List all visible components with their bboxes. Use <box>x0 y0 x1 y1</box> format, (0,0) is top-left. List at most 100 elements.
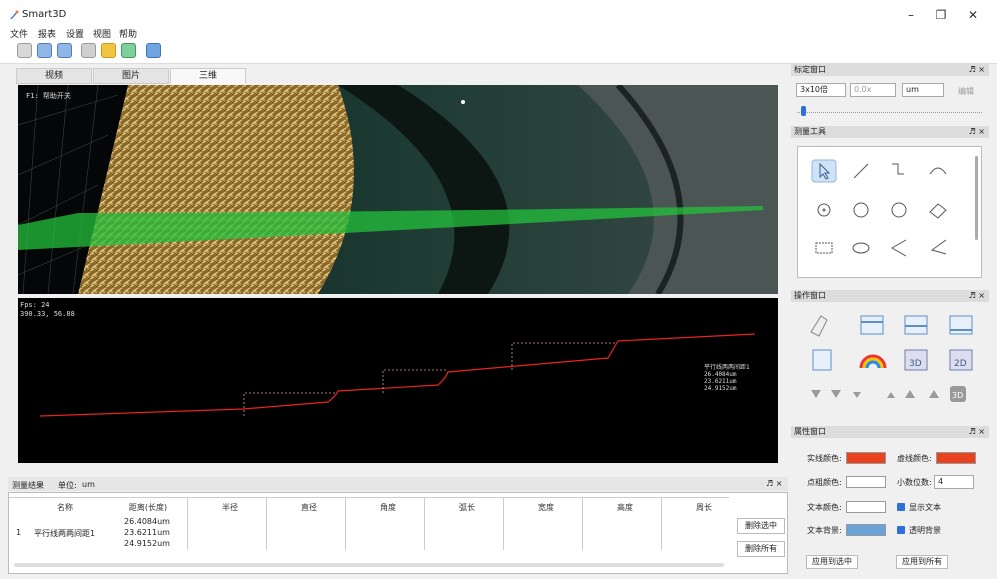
col-divider <box>345 498 346 550</box>
results-title: 测量结果 <box>12 481 44 490</box>
text-color-label: 文本颜色: <box>807 503 842 512</box>
window-title: Smart3D <box>22 9 67 20</box>
point-color-label: 点粗颜色: <box>807 478 842 487</box>
open-file-icon[interactable] <box>17 43 32 58</box>
zoom-value-select[interactable]: 0.0x <box>850 83 896 97</box>
fps-readout: Fps: 24 <box>20 301 50 309</box>
surface-render <box>18 85 778 294</box>
annotation-title: 平行线两两间距1 <box>704 364 750 371</box>
panel-controls[interactable]: ♬ × <box>969 64 985 76</box>
calibration-header: 标定窗口 ♬ × <box>791 64 989 76</box>
properties-header: 属性窗口 ♬ × <box>791 426 989 438</box>
view-3d-icon[interactable] <box>81 43 96 58</box>
col-divider <box>266 498 267 550</box>
operation-icons: 3D 2D 3D <box>810 315 973 402</box>
results-scrollbar[interactable] <box>14 563 724 567</box>
row-distance: 26.4084um <box>124 517 170 526</box>
results-header <box>8 477 788 491</box>
panel-controls[interactable]: ♬ × <box>969 426 985 438</box>
col-perimeter[interactable]: 周长 <box>689 502 719 513</box>
unit-select[interactable]: um <box>902 83 944 97</box>
col-width[interactable]: 宽度 <box>531 502 561 513</box>
col-divider <box>424 498 425 550</box>
app-logo-icon <box>10 10 19 19</box>
menu-report[interactable]: 报表 <box>38 27 56 40</box>
col-angle[interactable]: 角度 <box>373 502 403 513</box>
settings-icon[interactable] <box>101 43 116 58</box>
measure-tools-header: 测量工具 ♬ × <box>791 126 989 138</box>
row-name[interactable]: 平行线两两间距1 <box>34 528 95 539</box>
col-distance[interactable]: 距离(长度) <box>118 502 178 513</box>
show-text-checkbox[interactable] <box>897 503 905 511</box>
magnification-select[interactable]: 3x10倍 <box>796 83 846 97</box>
menu-settings[interactable]: 设置 <box>66 27 84 40</box>
calibration-slider-track[interactable] <box>797 112 982 113</box>
title-bar <box>0 0 997 26</box>
menu-file[interactable]: 文件 <box>10 27 28 40</box>
annotation-value: 24.9152um <box>704 385 737 392</box>
btn-3d-view-label: 3D <box>952 391 963 400</box>
menu-view[interactable]: 视图 <box>93 27 111 40</box>
open-image-icon[interactable] <box>37 43 52 58</box>
profile-view-canvas[interactable]: Fps: 24 390.33, 56.88 平行线两两间距1 26.4084um… <box>18 298 778 463</box>
tab-3d[interactable]: 三维 <box>170 68 246 84</box>
properties-title: 属性窗口 <box>794 427 826 436</box>
panel-controls[interactable]: ♬ × <box>969 290 985 302</box>
solid-color-swatch[interactable] <box>846 452 886 464</box>
capture-icon[interactable] <box>121 43 136 58</box>
show-text-label: 显示文本 <box>909 503 941 512</box>
minimize-button[interactable]: – <box>898 6 924 24</box>
col-arc[interactable]: 弧长 <box>452 502 482 513</box>
text-bg-label: 文本背景: <box>807 526 842 535</box>
transparent-bg-label: 透明背景 <box>909 526 941 535</box>
profile-plot <box>39 333 756 417</box>
transparent-bg-checkbox[interactable] <box>897 526 905 534</box>
point-color-swatch[interactable] <box>846 476 886 488</box>
decimals-label: 小数位数: <box>897 478 932 487</box>
annotation-value: 26.4084um <box>704 371 737 378</box>
col-height[interactable]: 高度 <box>610 502 640 513</box>
apply-all-button[interactable]: 应用到所有 <box>896 555 948 569</box>
table-header-line <box>9 497 729 498</box>
panel-controls[interactable]: ♬ × <box>969 126 985 138</box>
col-name[interactable]: 名称 <box>50 502 80 513</box>
col-divider <box>661 498 662 550</box>
restore-button[interactable]: ❐ <box>928 6 954 24</box>
delete-selected-button[interactable]: 删除选中 <box>737 518 785 534</box>
panel-controls[interactable]: ♬ × <box>766 479 782 488</box>
close-button[interactable]: ✕ <box>960 6 986 24</box>
operation-header: 操作窗口 ♬ × <box>791 290 989 302</box>
calibration-slider-knob[interactable] <box>800 106 806 116</box>
solid-color-label: 实线颜色: <box>807 454 842 463</box>
measure-tools-title: 测量工具 <box>794 127 826 136</box>
annotation-value: 23.6211um <box>704 378 737 385</box>
measure-annotation: 平行线两两间距1 26.4084um 23.6211um 24.9152um <box>704 364 750 392</box>
delete-all-button[interactable]: 删除所有 <box>737 541 785 557</box>
tools-scrollbar[interactable] <box>975 156 978 240</box>
tab-image[interactable]: 图片 <box>93 68 169 84</box>
menu-bar <box>0 24 997 40</box>
dash-color-swatch[interactable] <box>936 452 976 464</box>
col-divider <box>187 498 188 550</box>
col-diameter[interactable]: 直径 <box>294 502 324 513</box>
menu-help[interactable]: 帮助 <box>119 27 137 40</box>
view-3d-canvas[interactable]: F1: 帮助开关 <box>18 85 778 294</box>
decimals-spinbox[interactable]: 4 <box>934 475 974 489</box>
col-divider <box>582 498 583 550</box>
col-radius[interactable]: 半径 <box>215 502 245 513</box>
help-toggle-hint: F1: 帮助开关 <box>26 92 71 100</box>
text-bg-swatch[interactable] <box>846 524 886 536</box>
exit-icon[interactable] <box>146 43 161 58</box>
cursor-coords: 390.33, 56.88 <box>20 310 75 318</box>
row-index: 1 <box>16 528 22 537</box>
col-divider <box>503 498 504 550</box>
operation-title: 操作窗口 <box>794 291 826 300</box>
apply-selected-button[interactable]: 应用到选中 <box>806 555 858 569</box>
edit-button[interactable]: 编辑 <box>958 86 974 97</box>
unit-value: um <box>82 480 95 489</box>
calibration-title: 标定窗口 <box>794 65 826 74</box>
tab-video[interactable]: 视频 <box>16 68 92 84</box>
save-icon[interactable] <box>57 43 72 58</box>
text-color-swatch[interactable] <box>846 501 886 513</box>
unit-label: 单位: <box>58 481 77 490</box>
